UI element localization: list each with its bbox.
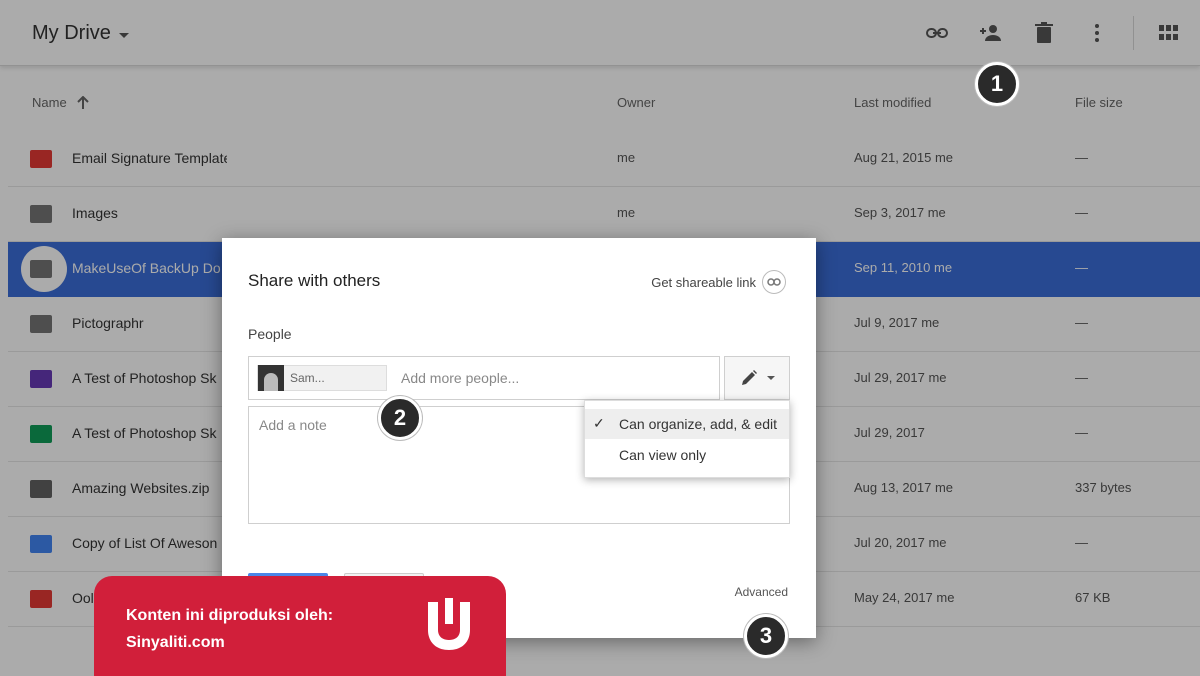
chevron-down-icon bbox=[767, 376, 775, 380]
callout-2: 2 bbox=[378, 396, 422, 440]
brand-logo-icon bbox=[428, 598, 470, 650]
people-label: People bbox=[248, 326, 292, 342]
banner-text: Konten ini diproduksi oleh: Sinyaliti.co… bbox=[126, 602, 333, 656]
shareable-link-label: Get shareable link bbox=[651, 274, 756, 290]
banner-line-1: Konten ini diproduksi oleh: bbox=[126, 607, 334, 624]
permission-option-edit[interactable]: ✓ Can organize, add, & edit bbox=[585, 409, 789, 439]
link-icon bbox=[762, 270, 786, 294]
note-placeholder: Add a note bbox=[259, 417, 327, 433]
source-banner: Konten ini diproduksi oleh: Sinyaliti.co… bbox=[94, 576, 506, 676]
add-people-input[interactable]: Add more people... bbox=[401, 370, 519, 386]
permission-option-label: Can organize, add, & edit bbox=[619, 416, 777, 432]
dialog-title: Share with others bbox=[248, 271, 381, 290]
people-input-box[interactable]: Sam... Add more people... bbox=[248, 356, 720, 400]
get-shareable-link-button[interactable]: Get shareable link bbox=[651, 270, 786, 294]
check-icon: ✓ bbox=[593, 415, 605, 431]
callout-1: 1 bbox=[975, 62, 1019, 106]
banner-line-2: Sinyaliti.com bbox=[126, 634, 225, 651]
permission-option-view[interactable]: Can view only bbox=[585, 440, 789, 470]
permission-option-label: Can view only bbox=[619, 447, 707, 463]
permission-menu: ✓ Can organize, add, & edit Can view onl… bbox=[584, 400, 790, 478]
person-chip[interactable]: Sam... bbox=[257, 365, 387, 391]
person-chip-name: Sam... bbox=[290, 371, 325, 385]
advanced-link[interactable]: Advanced bbox=[735, 585, 788, 599]
avatar bbox=[258, 365, 284, 391]
callout-3: 3 bbox=[744, 614, 788, 658]
pencil-icon bbox=[742, 370, 757, 385]
permission-dropdown-button[interactable] bbox=[724, 356, 790, 400]
